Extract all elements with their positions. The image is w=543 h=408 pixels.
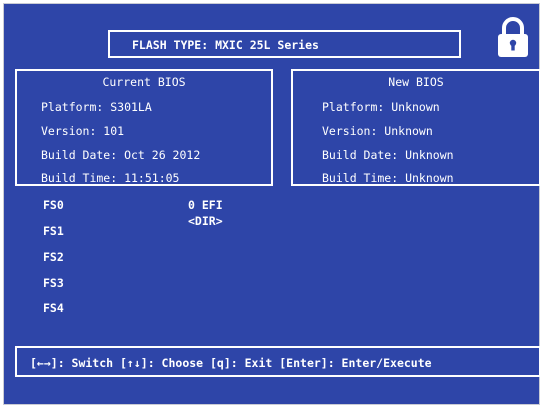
flash-type-box: FLASH TYPE: MXIC 25L Series — [108, 30, 461, 58]
fs-item[interactable]: FS0 — [43, 198, 64, 212]
fs-item[interactable]: FS2 — [43, 250, 64, 264]
lock-icon — [498, 17, 528, 57]
dir-entry-efi[interactable]: 0 EFI — [188, 198, 223, 212]
flash-type-label: FLASH TYPE: MXIC 25L Series — [132, 38, 319, 52]
new-bios-panel: New BIOS Platform: Unknown Version: Unkn… — [291, 69, 541, 186]
current-bios-panel: Current BIOS Platform: S301LA Version: 1… — [15, 69, 273, 186]
new-bios-title: New BIOS — [388, 75, 444, 89]
current-build-time: Build Time: 11:51:05 — [41, 171, 180, 185]
new-version: Version: Unknown — [322, 124, 433, 138]
fs-item[interactable]: FS4 — [43, 301, 64, 315]
key-help-text: [←→]: Switch [↑↓]: Choose [q]: Exit [Ent… — [30, 356, 432, 370]
current-bios-title: Current BIOS — [102, 75, 186, 89]
new-platform: Platform: Unknown — [322, 100, 440, 114]
current-build-date: Build Date: Oct 26 2012 — [41, 148, 201, 162]
fs-item[interactable]: FS3 — [43, 276, 64, 290]
new-build-time: Build Time: Unknown — [322, 171, 454, 185]
dir-entry-type: <DIR> — [188, 214, 223, 228]
current-platform: Platform: S301LA — [41, 100, 152, 114]
new-build-date: Build Date: Unknown — [322, 148, 454, 162]
fs-item[interactable]: FS1 — [43, 224, 64, 238]
bios-flash-screen: FLASH TYPE: MXIC 25L Series Current BIOS… — [3, 3, 541, 405]
key-help-bar: [←→]: Switch [↑↓]: Choose [q]: Exit [Ent… — [15, 346, 541, 377]
current-version: Version: 101 — [41, 124, 125, 138]
